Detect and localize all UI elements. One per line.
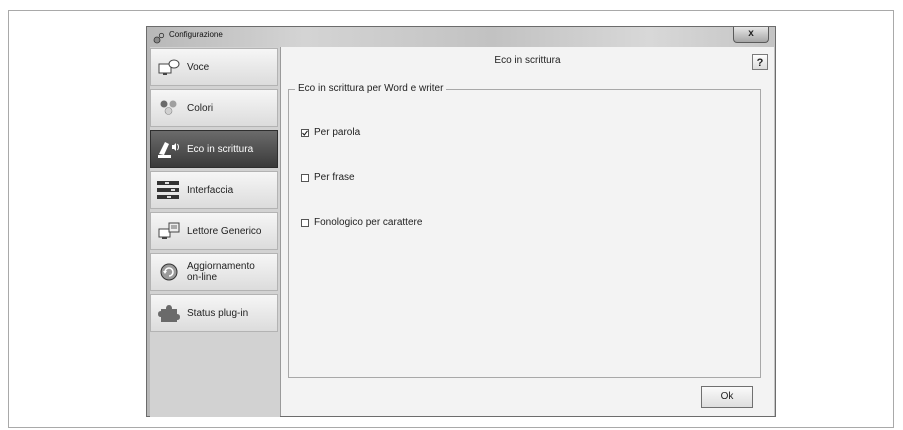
sidebar-item-status-plugin[interactable]: Status plug-in	[150, 294, 278, 332]
monitor-speech-icon	[157, 56, 181, 78]
help-button[interactable]: ?	[752, 54, 768, 70]
sidebar-item-label: Voce	[187, 61, 210, 73]
window-title: Configurazione	[169, 30, 223, 39]
sidebar-item-label: Interfaccia	[187, 184, 234, 196]
close-button[interactable]: x	[733, 27, 769, 43]
option-per-frase[interactable]: Per frase	[301, 172, 355, 183]
settings-icon	[153, 31, 165, 44]
option-label: Per frase	[314, 172, 355, 183]
checkbox[interactable]	[301, 218, 309, 227]
color-dots-icon	[157, 97, 181, 119]
interface-blocks-icon	[157, 179, 181, 201]
update-refresh-icon	[157, 261, 181, 283]
monitor-reader-icon	[157, 220, 181, 242]
checkbox-checked[interactable]	[301, 128, 309, 137]
sidebar-item-aggiornamento-online[interactable]: Aggiornamento on-line	[150, 253, 278, 291]
page-title: Eco in scrittura	[494, 55, 561, 66]
option-label: Fonologico per carattere	[314, 217, 423, 228]
sidebar-item-interfaccia[interactable]: Interfaccia	[150, 171, 278, 209]
puzzle-piece-icon	[157, 302, 181, 324]
echo-options-group: Eco in scrittura per Word e writer Per p…	[288, 83, 761, 378]
sidebar-item-label: Colori	[187, 102, 214, 114]
titlebar: Configurazione x	[147, 27, 775, 47]
sidebar-item-label: Status plug-in	[187, 307, 249, 319]
sidebar-item-label: Aggiornamento on-line	[187, 261, 255, 283]
sidebar-item-voce[interactable]: Voce	[150, 48, 278, 86]
sidebar-item-label: Lettore Generico	[187, 225, 262, 237]
content-panel: Eco in scrittura ? Eco in scrittura per …	[280, 47, 774, 416]
typing-echo-icon	[157, 138, 181, 160]
option-per-parola[interactable]: Per parola	[301, 127, 360, 138]
group-label: Eco in scrittura per Word e writer	[295, 83, 447, 94]
option-label: Per parola	[314, 127, 361, 138]
sidebar-item-colori[interactable]: Colori	[150, 89, 278, 127]
option-fonologico-per-carattere[interactable]: Fonologico per carattere	[301, 217, 422, 228]
configuration-window: Configurazione x Voce Colori Eco in scri…	[146, 26, 776, 417]
ok-button[interactable]: Ok	[701, 386, 753, 408]
sidebar-item-label: Eco in scrittura	[187, 143, 254, 155]
checkbox[interactable]	[301, 173, 309, 182]
sidebar: Voce Colori Eco in scrittura Interfaccia…	[150, 47, 280, 417]
sidebar-item-lettore-generico[interactable]: Lettore Generico	[150, 212, 278, 250]
sidebar-item-eco-in-scrittura[interactable]: Eco in scrittura	[150, 130, 278, 168]
